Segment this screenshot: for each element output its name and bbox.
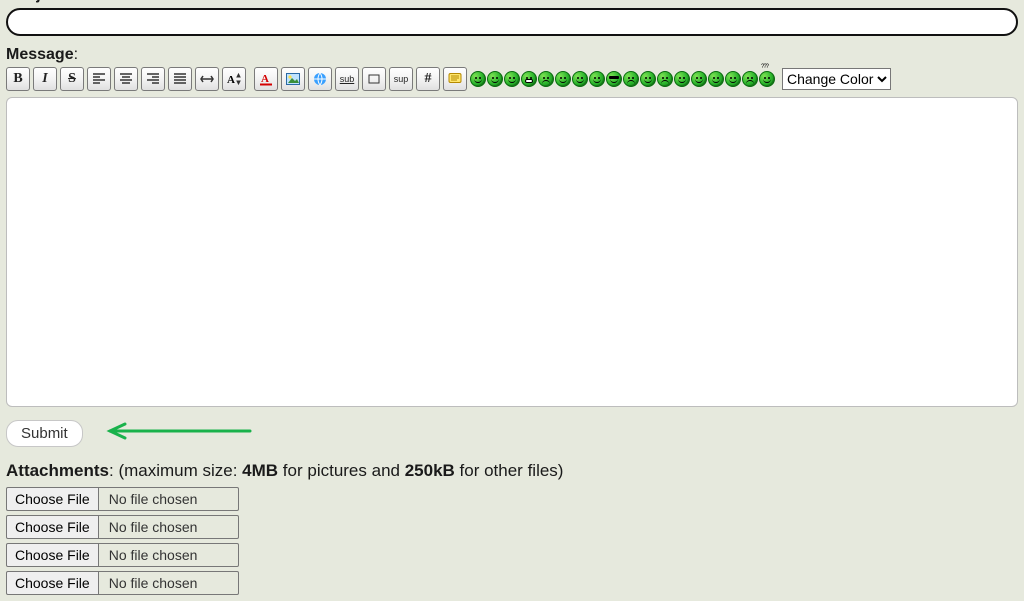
attachments-hint: Attachments: (maximum size: 4MB for pict… [6, 461, 1018, 481]
hash-button[interactable]: # [416, 67, 440, 91]
align-justify-button[interactable] [168, 67, 192, 91]
smiley-laugh-icon[interactable] [674, 71, 690, 87]
submit-row: Submit [6, 420, 1018, 447]
align-left-button[interactable] [87, 67, 111, 91]
choose-file-button[interactable]: Choose File [6, 543, 99, 567]
smiley-angry-icon[interactable] [742, 71, 758, 87]
smiley-sly-icon[interactable] [725, 71, 741, 87]
attachments-label: Attachments [6, 461, 109, 480]
file-status: No file chosen [99, 571, 239, 595]
smiley-annoyed-icon[interactable] [623, 71, 639, 87]
choose-file-button[interactable]: Choose File [6, 515, 99, 539]
subject-label-row: Subject: [6, 0, 1018, 4]
choose-file-button[interactable]: Choose File [6, 487, 99, 511]
superscript-button[interactable]: sup [389, 67, 413, 91]
subject-input[interactable] [6, 8, 1018, 36]
smiley-smirk-icon[interactable] [487, 71, 503, 87]
message-label: Message [6, 46, 74, 63]
font-color-button[interactable]: A [254, 67, 278, 91]
smiley-confused-icon[interactable] [708, 71, 724, 87]
file-picker: Choose FileNo file chosen [6, 571, 1018, 595]
smiley-huh-icon[interactable]: ??? [759, 71, 775, 87]
smiley-surprised-icon[interactable] [572, 71, 588, 87]
editor-toolbar: B I S A A sub [6, 67, 1018, 91]
smiley-content-icon[interactable] [504, 71, 520, 87]
subject-label: Subject [6, 0, 64, 3]
smiley-sad-icon[interactable] [657, 71, 673, 87]
align-right-button[interactable] [141, 67, 165, 91]
svg-text:A: A [261, 73, 269, 85]
file-status: No file chosen [99, 543, 239, 567]
smiley-grin-icon[interactable] [521, 71, 537, 87]
file-picker: Choose FileNo file chosen [6, 515, 1018, 539]
file-rows: Choose FileNo file chosenChoose FileNo f… [6, 487, 1018, 595]
superscript-button-2[interactable] [362, 67, 386, 91]
bold-button[interactable]: B [6, 67, 30, 91]
svg-text:A: A [227, 74, 235, 86]
smiley-smile-icon[interactable] [470, 71, 486, 87]
smiley-frown-icon[interactable] [538, 71, 554, 87]
insert-link-button[interactable] [308, 67, 332, 91]
smiley-content2-icon[interactable] [555, 71, 571, 87]
message-label-row: Message: [6, 46, 1018, 64]
italic-button[interactable]: I [33, 67, 57, 91]
horizontal-width-button[interactable] [195, 67, 219, 91]
align-center-button[interactable] [114, 67, 138, 91]
file-status: No file chosen [99, 487, 239, 511]
submit-button[interactable]: Submit [6, 420, 83, 447]
arrow-annotation-icon [95, 422, 255, 445]
strikethrough-button[interactable]: S [60, 67, 84, 91]
choose-file-button[interactable]: Choose File [6, 571, 99, 595]
file-picker: Choose FileNo file chosen [6, 487, 1018, 511]
color-select[interactable]: Change Color [782, 68, 891, 90]
insert-image-button[interactable] [281, 67, 305, 91]
smiley-bored-icon[interactable] [589, 71, 605, 87]
message-textarea[interactable] [6, 97, 1018, 407]
subscript-button[interactable]: sub [335, 67, 359, 91]
file-picker: Choose FileNo file chosen [6, 543, 1018, 567]
smiley-row: ??? [470, 71, 775, 87]
quote-button[interactable] [443, 67, 467, 91]
font-size-button[interactable]: A [222, 67, 246, 91]
smiley-tongue-icon[interactable] [640, 71, 656, 87]
smiley-wink-icon[interactable] [691, 71, 707, 87]
file-status: No file chosen [99, 515, 239, 539]
smiley-cool-icon[interactable] [606, 71, 622, 87]
